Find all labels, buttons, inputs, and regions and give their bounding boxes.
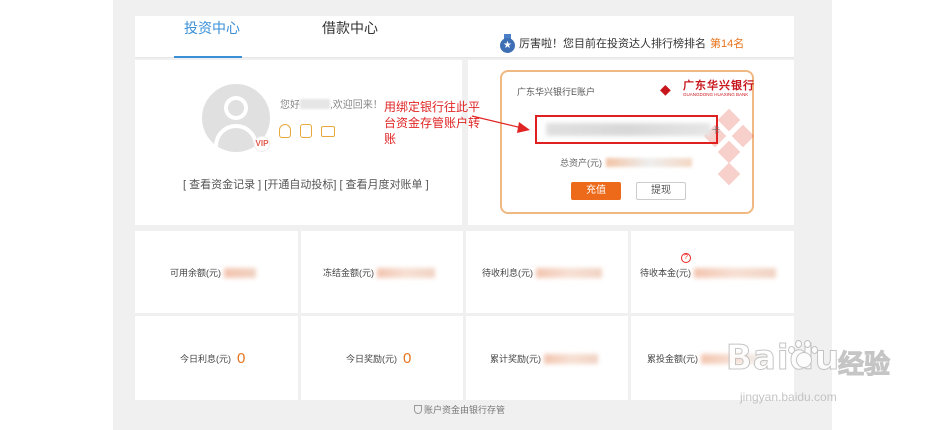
phone-icon[interactable] bbox=[300, 124, 312, 138]
stat-label: 待收利息(元) bbox=[482, 268, 533, 278]
ranking-notice: ★ 厉害啦！您目前在投资达人排行榜排名 第14名 bbox=[500, 34, 745, 53]
person-icon[interactable] bbox=[279, 124, 291, 138]
stat-label: 冻结金额(元) bbox=[323, 268, 374, 278]
tab-invest-center[interactable]: 投资中心 bbox=[184, 18, 240, 38]
stat-total-reward-content: 累计奖励(元) bbox=[490, 352, 598, 365]
card-suffix: 卡 bbox=[712, 126, 720, 135]
account-highlight-box bbox=[535, 115, 718, 144]
masked-total-assets bbox=[606, 158, 692, 167]
stat-pending-interest-content: 待收利息(元) bbox=[482, 266, 602, 279]
stat-available-balance-content: 可用余额(元) bbox=[170, 266, 256, 279]
total-assets-label: 总资产(元) bbox=[560, 158, 602, 168]
stat-label: 累投金额(元) bbox=[647, 354, 698, 364]
ranking-position: 第14名 bbox=[710, 38, 745, 50]
stat-pending-principal-content: 待收本金(元) bbox=[640, 266, 776, 279]
annotation-text: 用绑定银行往此平台资金存管账户转账 bbox=[384, 100, 481, 146]
masked-value bbox=[536, 267, 602, 278]
tab-loan-center[interactable]: 借款中心 bbox=[322, 18, 378, 38]
greeting-prefix: 您好 bbox=[280, 100, 300, 111]
greeting: 您好 ,欢迎回来！ bbox=[280, 96, 383, 111]
stat-frozen-amount-content: 冻结金额(元) bbox=[323, 266, 435, 279]
shield-icon bbox=[414, 405, 422, 414]
bank-logo-icon: ◆ bbox=[660, 81, 671, 97]
masked-value bbox=[377, 267, 435, 278]
stat-label: 今日奖励(元) bbox=[346, 354, 397, 364]
masked-value bbox=[694, 267, 776, 278]
stat-today-interest-content: 今日利息(元) 0 bbox=[180, 350, 245, 367]
account-links[interactable]: [ 查看资金记录 ] [开通自动投标] [ 查看月度对账单 ] bbox=[183, 176, 429, 192]
masked-username bbox=[300, 98, 330, 109]
stat-today-reward-content: 今日奖励(元) 0 bbox=[346, 350, 411, 367]
medal-icon: ★ bbox=[500, 34, 515, 53]
stat-label: 累计奖励(元) bbox=[490, 354, 541, 364]
stat-label: 可用余额(元) bbox=[170, 268, 221, 278]
stat-label: 今日利息(元) bbox=[180, 354, 231, 364]
vip-badge-icon: VIP bbox=[254, 136, 270, 152]
charge-button[interactable]: 充值 bbox=[571, 182, 621, 200]
masked-value bbox=[544, 353, 598, 364]
custody-note-text: 账户资金由银行存管 bbox=[424, 405, 506, 415]
stat-value: 0 bbox=[237, 350, 246, 367]
greeting-suffix: ,欢迎回来！ bbox=[330, 100, 383, 111]
stat-label: 待收本金(元) bbox=[640, 268, 691, 278]
help-icon[interactable]: ? bbox=[681, 253, 691, 263]
withdraw-button[interactable]: 提现 bbox=[636, 182, 686, 200]
total-assets: 总资产(元) bbox=[560, 156, 692, 169]
stat-value: 0 bbox=[403, 350, 412, 367]
ranking-text: 厉害啦！您目前在投资达人排行榜排名 bbox=[519, 38, 706, 50]
custody-note: 账户资金由银行存管 bbox=[414, 403, 505, 416]
watermark-logo: Baidu bbox=[725, 338, 841, 379]
bank-account-label: 广东华兴银行E账户 bbox=[517, 87, 596, 97]
bank-name-cn: 广东华兴银行 bbox=[683, 80, 755, 92]
mail-icon[interactable] bbox=[321, 126, 335, 137]
paw-icon bbox=[786, 340, 818, 370]
baidu-watermark: Baidu 经验 jingyan.baidu.com bbox=[716, 330, 916, 410]
active-tab-indicator bbox=[174, 56, 242, 58]
user-verification-icons bbox=[279, 124, 335, 138]
watermark-text: 经验 bbox=[837, 349, 891, 380]
masked-value bbox=[224, 267, 256, 278]
bank-logo: ◆ 广东华兴银行 GUANGDONG HUAXING BANK bbox=[660, 80, 755, 98]
watermark-url: jingyan.baidu.com bbox=[740, 390, 837, 404]
annotation-arrow-icon bbox=[471, 115, 530, 133]
bank-name-en: GUANGDONG HUAXING BANK bbox=[683, 92, 749, 97]
